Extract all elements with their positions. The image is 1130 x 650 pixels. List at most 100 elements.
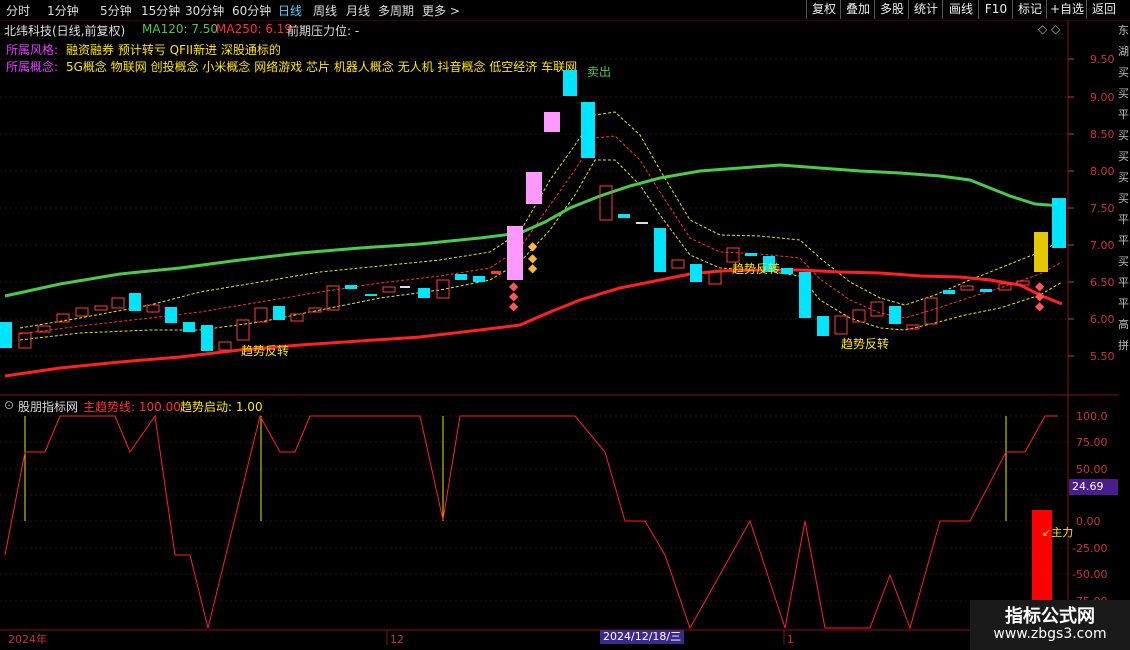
reversal-annotation: 趋势反转	[241, 343, 289, 358]
mid-band-line	[19, 135, 1063, 335]
svg-text:◆: ◆	[1035, 299, 1045, 313]
main-trend-line	[4, 414, 1058, 630]
selected-date-badge: 2024/12/18/三	[600, 630, 685, 644]
candle	[654, 228, 666, 272]
candle	[1052, 198, 1066, 248]
price-tick: 8.00	[1090, 165, 1115, 178]
trend-start-value: 趋势启动: 1.00	[180, 400, 263, 414]
candle-highlight	[1034, 232, 1048, 272]
candle	[690, 264, 702, 282]
candle	[581, 102, 595, 158]
candle	[183, 322, 195, 332]
indicator-axis: 100.0 75.00 50.00 0.00 -25.00 -50.00 -75…	[1072, 410, 1108, 608]
price-tick: 5.50	[1090, 350, 1115, 363]
candle	[236, 319, 250, 341]
candle	[365, 294, 377, 296]
svg-text:◆: ◆	[509, 299, 519, 313]
price-tick: 9.50	[1090, 53, 1115, 66]
sell-annotation: 卖出	[587, 65, 611, 79]
candle	[870, 301, 884, 317]
kline-chart[interactable]: 9.50 9.00 8.50 8.00 7.50 7.00 6.50 6.00 …	[0, 20, 1130, 650]
candle	[817, 316, 829, 336]
period-toolbar: 分时 1分钟 5分钟 15分钟 30分钟 60分钟 日线 周线 月线 多周期 更…	[0, 0, 1130, 21]
candle	[491, 271, 501, 274]
candle	[56, 313, 70, 323]
watermark-url: www.zbgs3.com	[993, 626, 1107, 642]
statistics-button[interactable]: 统计	[908, 0, 943, 19]
candle-highlight	[544, 112, 560, 132]
candle	[94, 305, 108, 311]
candle	[0, 322, 12, 348]
candle	[382, 286, 396, 293]
indicator-tick: -25.00	[1072, 542, 1107, 555]
indicator-settings-icon[interactable]: ⊙	[4, 398, 14, 412]
period-daily[interactable]: 日线	[278, 2, 302, 19]
period-15min[interactable]: 15分钟	[141, 2, 180, 19]
candle	[165, 307, 177, 323]
main-trend-value: 主趋势线: 100.00	[83, 400, 181, 414]
indicator-current-value: 24.69	[1069, 479, 1118, 495]
candle	[636, 222, 648, 224]
multi-stock-button[interactable]: 多股	[874, 0, 909, 19]
period-60min[interactable]: 60分钟	[232, 2, 271, 19]
candle	[400, 286, 410, 288]
price-tick: 7.50	[1090, 202, 1115, 215]
price-tick: 7.00	[1090, 239, 1115, 252]
candle	[254, 307, 268, 323]
candle	[473, 276, 485, 282]
period-1min[interactable]: 1分钟	[47, 2, 79, 19]
indicator-tick: -50.00	[1072, 568, 1107, 581]
candle	[745, 253, 757, 256]
overlay-button[interactable]: 叠加	[840, 0, 875, 19]
candles	[0, 70, 1066, 351]
price-tick: 6.50	[1090, 276, 1115, 289]
indicator-tick: 50.00	[1076, 463, 1108, 476]
candle	[799, 272, 811, 318]
indicator-tick: 0.00	[1076, 515, 1101, 528]
date-tick: 2024年	[8, 632, 47, 646]
price-tick: 8.50	[1090, 128, 1115, 141]
candle	[671, 259, 685, 269]
candle	[726, 247, 740, 263]
date-tick: 12	[390, 633, 404, 646]
price-tick: 9.00	[1090, 91, 1115, 104]
watermark: 指标公式网 www.zbgs3.com	[970, 600, 1130, 650]
indicator-name[interactable]: 股朋指标网	[18, 398, 78, 415]
adjust-button[interactable]: 复权	[806, 0, 841, 19]
period-multi[interactable]: 多周期	[378, 2, 414, 19]
add-favorite-button[interactable]: +自选	[1046, 0, 1087, 19]
indicator-tick: 75.00	[1076, 436, 1108, 449]
candle	[980, 289, 992, 292]
candle	[943, 290, 955, 294]
price-axis: 9.50 9.00 8.50 8.00 7.50 7.00 6.50 6.00 …	[1090, 53, 1115, 363]
mark-button[interactable]: 标记	[1012, 0, 1047, 19]
draw-line-button[interactable]: 画线	[942, 0, 979, 19]
candle	[960, 285, 974, 291]
period-more[interactable]: 更多 >	[422, 2, 460, 19]
period-5min[interactable]: 5分钟	[100, 2, 132, 19]
candle	[852, 309, 866, 323]
candle	[781, 268, 793, 274]
side-signal-strip: 东湖买买平买买买买平平买平平高拼	[1118, 24, 1129, 352]
svg-text:◆: ◆	[528, 261, 538, 275]
candle-highlight	[507, 226, 523, 280]
main-force-label: ↙主力	[1042, 526, 1073, 539]
f10-button[interactable]: F10	[978, 0, 1013, 19]
candle	[618, 214, 630, 218]
candle	[345, 285, 357, 289]
reversal-annotation: 趋势反转	[841, 336, 889, 351]
candle	[218, 341, 232, 351]
date-tick: 1	[787, 633, 794, 646]
back-button[interactable]: 返回	[1086, 0, 1121, 19]
period-monthly[interactable]: 月线	[346, 2, 370, 19]
price-tick: 6.00	[1090, 313, 1115, 326]
indicator-panel	[4, 414, 1058, 630]
candle	[146, 304, 160, 313]
candle	[290, 313, 304, 322]
indicator-tick: 100.0	[1076, 410, 1108, 423]
period-30min[interactable]: 30分钟	[185, 2, 224, 19]
period-weekly[interactable]: 周线	[313, 2, 337, 19]
candle	[75, 307, 89, 317]
period-timeshare[interactable]: 分时	[6, 2, 30, 19]
candle	[273, 306, 285, 320]
